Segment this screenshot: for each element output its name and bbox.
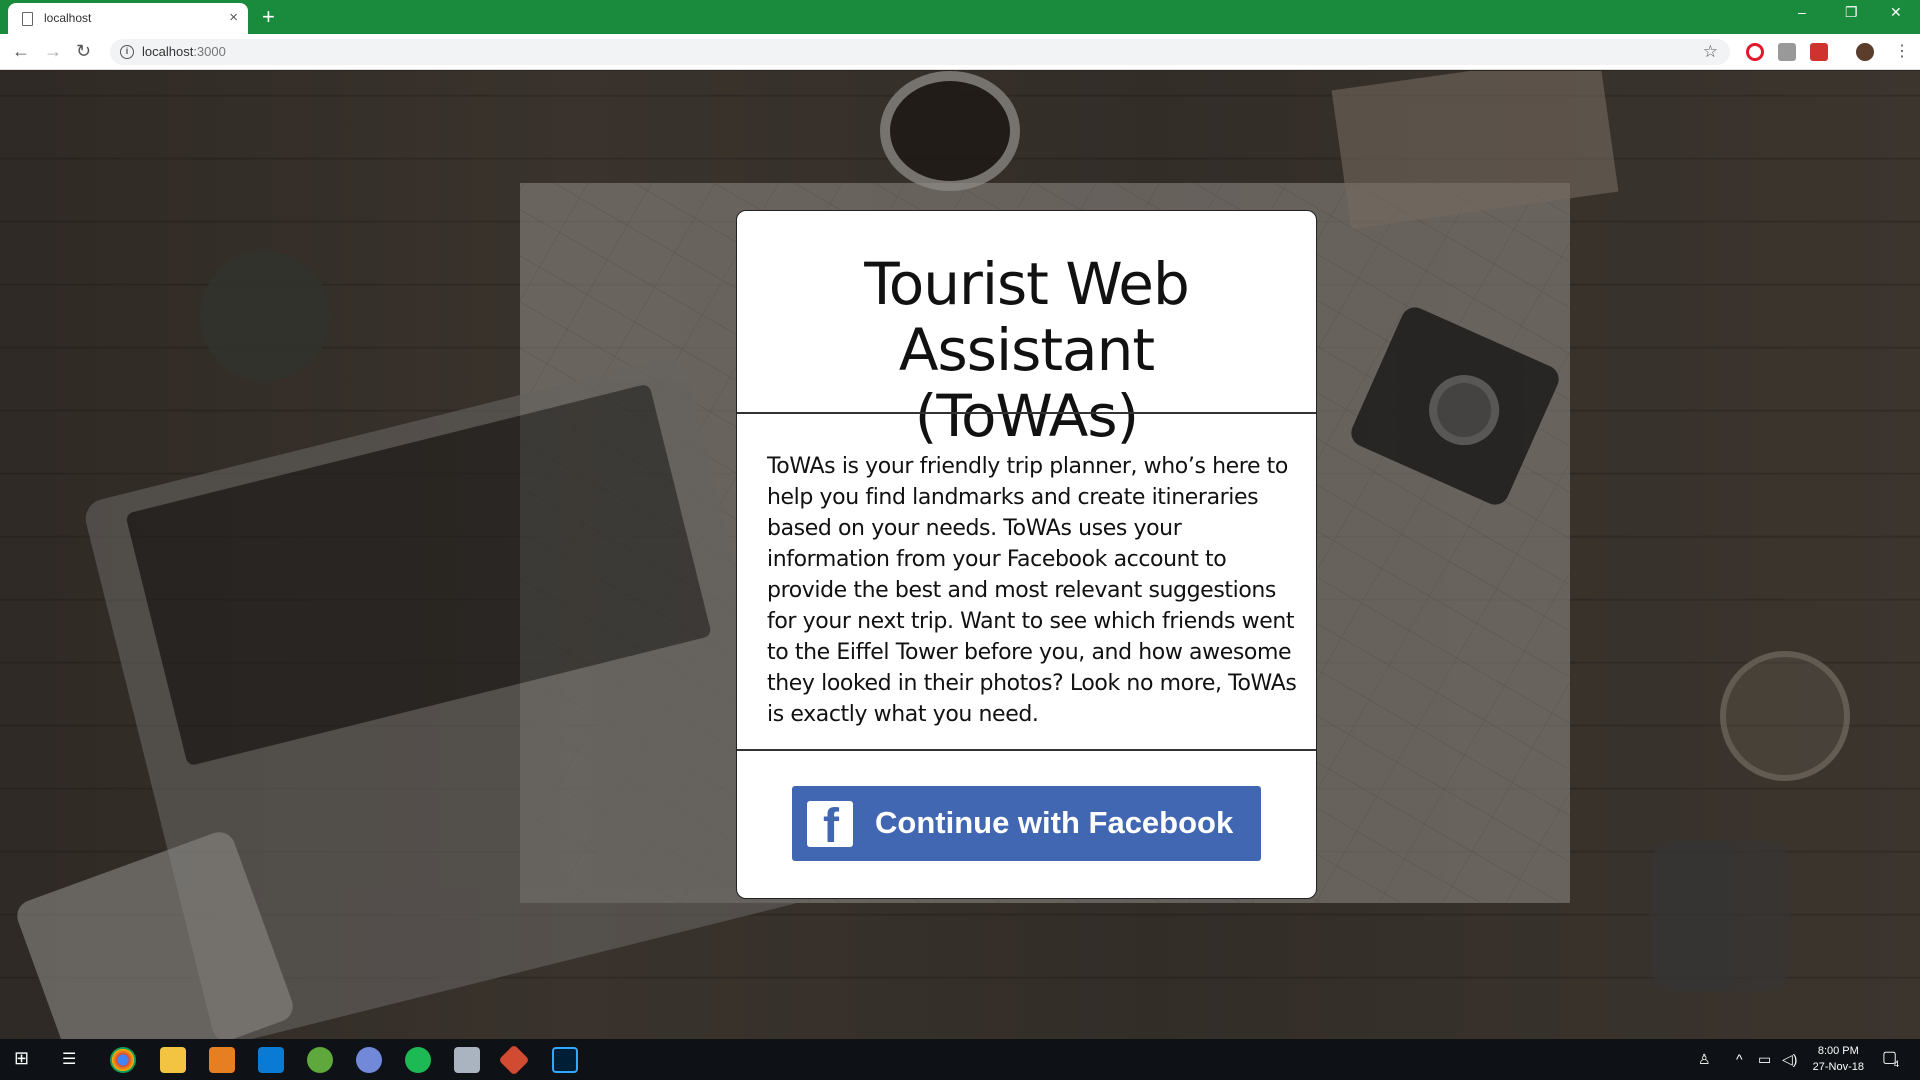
chrome-icon[interactable] (110, 1047, 136, 1073)
notification-count: 4 (1894, 1059, 1900, 1069)
info-icon[interactable]: i (120, 45, 134, 59)
close-tab-button[interactable]: × (229, 9, 238, 26)
forward-arrow-icon[interactable]: → (44, 41, 62, 62)
sublime-text-icon[interactable] (209, 1047, 235, 1073)
show-hidden-icons-icon[interactable]: ^ (1736, 1051, 1743, 1067)
title-line-2: (ToWAs) (914, 382, 1139, 450)
reload-icon[interactable]: ↻ (76, 41, 91, 62)
tab-title: localhost (44, 11, 92, 25)
page-icon (22, 12, 33, 26)
close-window-button[interactable]: ✕ (1890, 4, 1902, 21)
network-icon[interactable]: ▭ (1758, 1051, 1771, 1068)
facebook-button-label: Continue with Facebook (875, 805, 1234, 840)
tab-localhost[interactable]: localhost × (8, 3, 248, 34)
opera-extension-icon[interactable] (1746, 43, 1764, 61)
task-view-icon[interactable]: ☰ (62, 1049, 76, 1069)
title-divider (737, 412, 1316, 414)
git-icon[interactable] (498, 1044, 530, 1076)
new-tab-button[interactable]: + (262, 4, 275, 30)
file-explorer-icon[interactable] (160, 1047, 186, 1073)
browser-toolbar: ← → ↻ i localhost:3000 ☆ ⋮ (0, 34, 1920, 70)
facebook-icon-letter: f (823, 801, 839, 848)
extension-icon[interactable] (1778, 43, 1796, 61)
browser-tab-bar: localhost × + – ❐ ✕ (0, 0, 1920, 34)
page-viewport: Tourist Web Assistant (ToWAs) ToWAs is y… (0, 71, 1920, 1039)
vscode-icon[interactable] (258, 1047, 284, 1073)
minimize-button[interactable]: – (1798, 4, 1806, 20)
windows-taskbar: ⊞ ☰ ♙ ^ ▭ ◁) 8:00 PM 27-Nov-18 ▢ 4 (0, 1039, 1920, 1080)
back-arrow-icon[interactable]: ← (12, 41, 30, 62)
clock-date: 27-Nov-18 (1812, 1061, 1864, 1073)
bookmark-star-icon[interactable]: ☆ (1703, 42, 1718, 62)
url-host: localhost (142, 44, 194, 59)
facebook-icon: f (807, 801, 853, 847)
app-icon[interactable] (454, 1047, 480, 1073)
discord-icon[interactable] (356, 1047, 382, 1073)
photoshop-icon[interactable] (552, 1047, 578, 1073)
description-text: ToWAs is your friendly trip planner, who… (767, 454, 1297, 727)
menu-kebab-icon[interactable]: ⋮ (1894, 41, 1910, 61)
clock-time: 8:00 PM (1817, 1045, 1859, 1057)
address-bar[interactable]: i localhost:3000 ☆ (110, 39, 1730, 65)
system-clock[interactable]: 8:00 PM 27-Nov-18 (1813, 1043, 1864, 1075)
spotify-icon[interactable] (405, 1047, 431, 1073)
description-divider (737, 749, 1316, 751)
volume-icon[interactable]: ◁) (1782, 1051, 1797, 1068)
continue-with-facebook-button[interactable]: f Continue with Facebook (792, 786, 1261, 861)
login-card: Tourist Web Assistant (ToWAs) ToWAs is y… (736, 210, 1317, 899)
windows-start-icon[interactable]: ⊞ (14, 1048, 29, 1069)
cors-extension-icon[interactable] (1810, 43, 1828, 61)
people-icon[interactable]: ♙ (1698, 1051, 1711, 1068)
url-port: :3000 (193, 44, 226, 59)
restore-button[interactable]: ❐ (1845, 4, 1858, 21)
utorrent-icon[interactable] (307, 1047, 333, 1073)
title-line-1: Tourist Web Assistant (864, 250, 1190, 384)
url-text[interactable]: localhost:3000 (142, 44, 226, 59)
profile-avatar[interactable] (1856, 43, 1874, 61)
page-title: Tourist Web Assistant (ToWAs) (737, 251, 1316, 449)
